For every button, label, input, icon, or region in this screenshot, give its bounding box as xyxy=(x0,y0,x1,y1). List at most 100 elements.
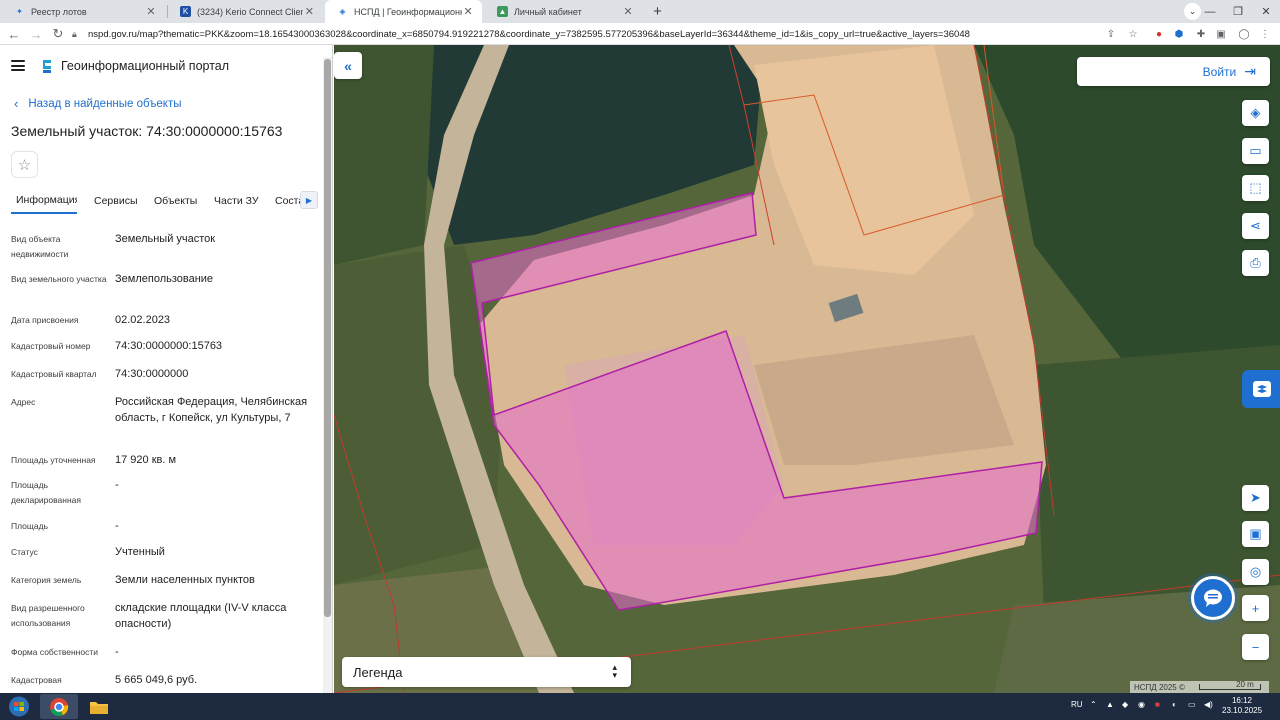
property-value: Земли населенных пунктов xyxy=(115,574,255,586)
chat-button[interactable] xyxy=(1191,576,1235,620)
tabs-scroll-right-button[interactable]: ▶ xyxy=(300,191,318,209)
network-icon[interactable]: ▭ xyxy=(1188,700,1196,709)
property-value: 02.02.2023 xyxy=(115,314,171,326)
lock-icon[interactable]: 🔒︎ xyxy=(72,29,88,40)
map-view[interactable]: « Войти ⇥ ◈ ▭ ⬚ ⋖ ⎙ ➤ ▣ ◎ + − Легенда ▴ ▾… xyxy=(334,45,1280,693)
property-label: Дата присвоения xyxy=(11,315,79,325)
select-area-button[interactable]: ⬚ xyxy=(1242,175,1269,201)
property-value: 74:30:0000000:15763 xyxy=(115,340,223,352)
info-sidebar: Геоинформационный портал ‹ Назад в найде… xyxy=(0,45,333,693)
property-value: 5 665 049,6 руб. xyxy=(115,674,198,686)
close-icon[interactable]: ✕ xyxy=(303,5,316,18)
back-icon[interactable]: ← xyxy=(4,25,24,43)
more-menu-icon[interactable]: ⋮ xyxy=(1258,27,1272,41)
panel-icon xyxy=(1253,381,1271,397)
puzzle-icon[interactable]: ✚ xyxy=(1194,27,1208,41)
tab-services[interactable]: Сервисы xyxy=(94,188,138,214)
tray-app-icon[interactable]: ◆ xyxy=(1122,700,1128,709)
tab-objects[interactable]: Объекты xyxy=(154,188,197,214)
menu-icon[interactable] xyxy=(11,60,25,71)
plus-icon: + xyxy=(1251,600,1260,616)
address-bar[interactable]: 🔒︎ nspd.gov.ru/map?thematic=PKK&zoom=18.… xyxy=(72,25,1148,43)
sidebar-scrollbar[interactable] xyxy=(323,57,332,693)
parcel-overlay xyxy=(470,192,1043,611)
back-link-label: Назад в найденные объекты xyxy=(28,97,182,110)
scale-label: 20 m xyxy=(1236,680,1254,689)
tab-parts[interactable]: Части ЗУ xyxy=(214,188,259,214)
maximize-icon[interactable]: ❐ xyxy=(1224,0,1252,23)
zoom-out-button[interactable]: − xyxy=(1242,634,1269,660)
measure-button[interactable]: ▭ xyxy=(1242,138,1269,164)
tab-kerio[interactable]: K (3234) Kerio Connect Client ✕ xyxy=(168,0,324,23)
profile-avatar[interactable]: ◯ xyxy=(1237,27,1251,41)
tab-composition[interactable]: Соста xyxy=(275,188,300,214)
close-icon[interactable]: ✕ xyxy=(144,5,158,18)
volume-icon[interactable]: ◀) xyxy=(1204,700,1213,709)
taskbar-explorer[interactable] xyxy=(80,694,118,719)
side-panel-toggle[interactable] xyxy=(1242,370,1280,408)
browser-toolbar: ← → ↻ 🔒︎ nspd.gov.ru/map?thematic=PKK&zo… xyxy=(0,23,1280,45)
scrollbar-thumb[interactable] xyxy=(324,59,331,617)
folder-icon xyxy=(90,701,108,714)
property-value: складские площадки (IV-V класса опасност… xyxy=(115,602,287,630)
property-value: Российская Федерация, Челябинская област… xyxy=(115,396,308,424)
portal-logo-icon xyxy=(43,60,51,73)
tab-lichny-kabinet[interactable]: ▲ Личный кабинет ✕ xyxy=(485,0,643,23)
property-value: Учтенный xyxy=(115,546,165,558)
nspd-icon: ◈ xyxy=(339,7,346,16)
minimap-button[interactable]: ▣ xyxy=(1242,521,1269,547)
select-area-icon: ⬚ xyxy=(1249,180,1262,195)
navigation-arrow-icon: ➤ xyxy=(1250,490,1261,505)
taskbar-chrome[interactable] xyxy=(40,694,78,719)
property-value: - xyxy=(115,479,119,491)
tray-app-icon[interactable]: ▲ xyxy=(1106,700,1114,709)
reload-icon[interactable]: ↻ xyxy=(48,25,68,43)
layers-icon: ◈ xyxy=(1250,105,1261,120)
locate-me-button[interactable]: ➤ xyxy=(1242,485,1269,511)
clock-date: 23.10.2025 xyxy=(1222,706,1263,715)
taskbar-clock[interactable]: 16:12 23.10.2025 xyxy=(1222,696,1262,716)
chevron-left-icon: ‹ xyxy=(14,96,19,111)
extension-icon[interactable]: ⬢ xyxy=(1172,27,1186,41)
favorite-star-button[interactable]: ☆ xyxy=(11,151,38,178)
tab-information[interactable]: Информация xyxy=(11,188,77,214)
share-button[interactable]: ⋖ xyxy=(1242,213,1269,239)
share-icon[interactable]: ⇪ xyxy=(1104,27,1118,41)
bookmark-star-icon[interactable]: ☆ xyxy=(1126,27,1140,41)
minimize-icon[interactable]: — xyxy=(1196,0,1224,23)
triangle-right-icon: ▶ xyxy=(305,195,313,205)
property-label: Адрес xyxy=(11,397,36,407)
cabinet-icon: ▲ xyxy=(497,6,508,17)
tray-app-icon[interactable]: ◐ xyxy=(1172,700,1177,709)
login-button[interactable]: Войти ⇥ xyxy=(1077,57,1270,86)
property-label: Вид земельного участка xyxy=(11,274,107,284)
property-label: Кадастровый квартал xyxy=(11,369,97,379)
language-indicator[interactable]: RU xyxy=(1071,700,1083,709)
yandex-extension-icon[interactable]: ● xyxy=(1152,27,1166,41)
tray-app-icon[interactable]: ◉ xyxy=(1138,700,1145,709)
attribution-text: НСПД 2025 © xyxy=(1134,682,1185,692)
tray-app-icon[interactable]: ■ xyxy=(1155,700,1160,709)
collapse-sidebar-button[interactable]: « xyxy=(334,52,362,79)
windows-start-icon[interactable] xyxy=(4,695,34,718)
new-tab-button[interactable]: + xyxy=(648,2,667,21)
close-icon[interactable]: ✕ xyxy=(621,5,635,18)
legend-dropdown[interactable]: Легенда ▴ ▾ xyxy=(342,657,631,687)
print-button[interactable]: ⎙ xyxy=(1242,250,1269,276)
tray-expand-icon[interactable]: ⌃ xyxy=(1090,700,1097,709)
forward-icon[interactable]: → xyxy=(26,25,46,43)
close-window-icon[interactable]: ✕ xyxy=(1252,0,1280,23)
chrome-icon xyxy=(50,697,69,716)
layers-button[interactable]: ◈ xyxy=(1242,100,1269,126)
zoom-in-button[interactable]: + xyxy=(1242,595,1269,621)
tab-nspd[interactable]: ◈ НСПД | Геоинформационный п ✕ xyxy=(325,0,482,23)
login-icon: ⇥ xyxy=(1244,63,1256,79)
sidepanel-icon[interactable]: ▣ xyxy=(1214,27,1228,41)
back-to-results-link[interactable]: ‹ Назад в найденные объекты xyxy=(14,96,182,111)
close-icon[interactable]: ✕ xyxy=(462,5,474,18)
tab-reestr-lotov[interactable]: ✦ Реестр лотов ✕ xyxy=(2,0,166,23)
print-icon: ⎙ xyxy=(1250,255,1261,270)
sidebar-tabs: Информация Сервисы Объекты Части ЗУ Сост… xyxy=(0,188,323,214)
geolocation-button[interactable]: ◎ xyxy=(1242,559,1269,585)
property-value: - xyxy=(115,646,119,658)
